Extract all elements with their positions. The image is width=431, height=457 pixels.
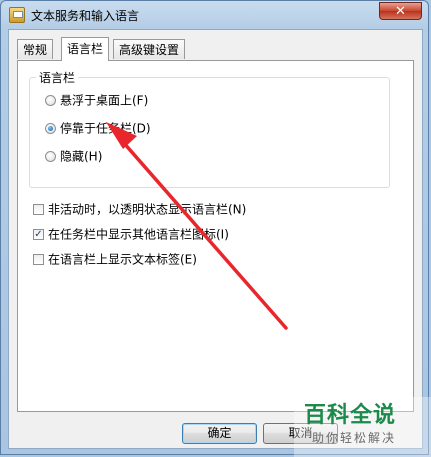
dialog-client-area: 常规 语言栏 高级键设置 语言栏 悬浮于桌面上(F) 停靠于任务栏(D) 隐藏(… [8, 29, 423, 449]
radio-button-selected-icon[interactable] [45, 123, 56, 134]
dialog-window: 文本服务和输入语言 ✕ 常规 语言栏 高级键设置 语言栏 悬浮于桌面上(F) 停… [0, 0, 429, 455]
group-caption: 语言栏 [36, 69, 79, 86]
checkbox-checked-icon[interactable]: ✓ [33, 229, 44, 240]
ok-button[interactable]: 确定 [182, 423, 257, 444]
radio-float-on-desktop[interactable]: 悬浮于桌面上(F) [45, 92, 148, 108]
checkbox-show-extra-icons-in-taskbar[interactable]: ✓ 在任务栏中显示其他语言栏图标(I) [33, 226, 229, 242]
tab-language-bar[interactable]: 语言栏 [61, 37, 110, 61]
window-title: 文本服务和输入语言 [31, 9, 140, 23]
checkbox-show-text-labels[interactable]: 在语言栏上显示文本标签(E) [33, 251, 197, 267]
close-button[interactable]: ✕ [379, 2, 422, 20]
radio-button-icon[interactable] [45, 95, 56, 106]
watermark-slogan: 助你轻松解决 [312, 431, 397, 445]
watermark-brand-logo: 百科全说 [304, 403, 397, 428]
radio-label: 停靠于任务栏(D) [60, 121, 151, 136]
radio-dock-in-taskbar[interactable]: 停靠于任务栏(D) [45, 120, 151, 136]
checkbox-label: 在语言栏上显示文本标签(E) [48, 252, 197, 267]
language-bar-groupbox: 语言栏 悬浮于桌面上(F) 停靠于任务栏(D) 隐藏(H) [29, 69, 390, 188]
radio-button-icon[interactable] [45, 151, 56, 162]
keyboard-app-icon [9, 7, 25, 23]
checkbox-transparent-when-inactive[interactable]: 非活动时，以透明状态显示语言栏(N) [33, 201, 246, 217]
radio-hidden[interactable]: 隐藏(H) [45, 148, 102, 164]
title-bar[interactable]: 文本服务和输入语言 ✕ [1, 1, 428, 29]
radio-label: 隐藏(H) [60, 149, 103, 164]
checkbox-icon[interactable] [33, 254, 44, 265]
tab-advanced-key-settings[interactable]: 高级键设置 [113, 39, 186, 59]
checkbox-label: 在任务栏中显示其他语言栏图标(I) [48, 227, 229, 242]
watermark: 百科全说 助你轻松解决 [294, 397, 431, 457]
radio-label: 悬浮于桌面上(F) [60, 93, 149, 108]
language-bar-tab-panel: 语言栏 悬浮于桌面上(F) 停靠于任务栏(D) 隐藏(H) 非活动时，以透明状态… [17, 60, 414, 412]
tab-general[interactable]: 常规 [17, 39, 54, 59]
checkbox-label: 非活动时，以透明状态显示语言栏(N) [48, 202, 247, 217]
checkbox-icon[interactable] [33, 204, 44, 215]
